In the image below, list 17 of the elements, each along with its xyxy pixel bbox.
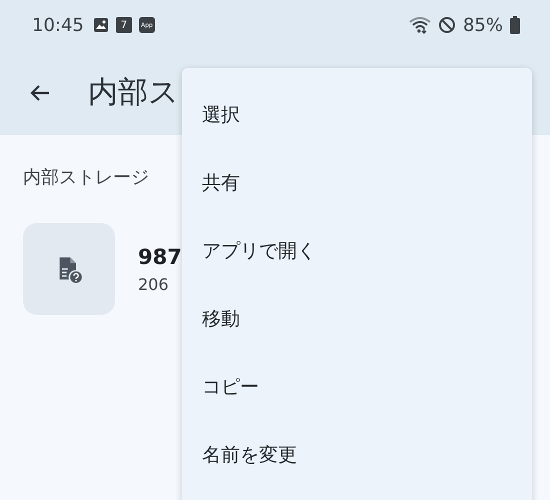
wifi-icon — [408, 16, 431, 34]
file-name: 987 — [138, 244, 182, 268]
battery-icon — [510, 16, 520, 34]
menu-item[interactable]: 移動 — [182, 285, 532, 353]
menu-item[interactable]: 選択 — [182, 81, 532, 149]
menu-item[interactable]: アプリで開く — [182, 217, 532, 285]
image-icon — [92, 17, 109, 33]
battery-level: 85% — [462, 14, 503, 36]
page-title: 内部ス — [88, 74, 179, 112]
menu-item[interactable]: コピー — [182, 353, 532, 421]
menu-item[interactable]: 名前を変更 — [182, 421, 532, 489]
menu-item[interactable]: 共有 — [182, 149, 532, 217]
breadcrumb: 内部ストレージ — [23, 166, 149, 189]
file-size: 206 — [138, 274, 169, 294]
calendar-icon: 7 — [116, 17, 132, 33]
status-time: 10:45 — [32, 14, 84, 36]
do-not-disturb-icon — [438, 16, 456, 34]
